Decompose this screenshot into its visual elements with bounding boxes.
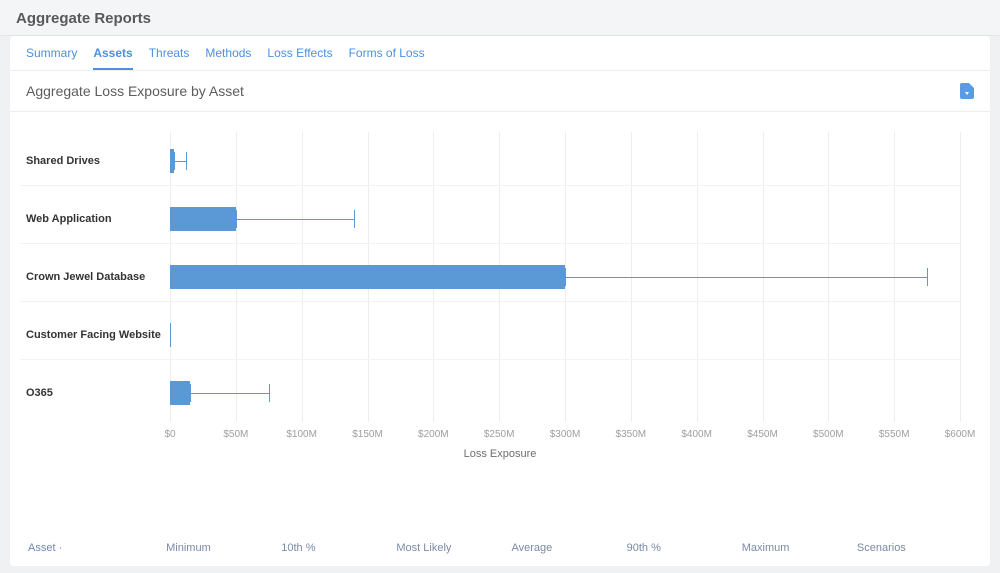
grid-line xyxy=(960,132,961,422)
chart-row: Crown Jewel Database xyxy=(20,252,960,302)
row-label: Crown Jewel Database xyxy=(20,271,170,283)
x-tick: $150M xyxy=(352,429,383,440)
page-title: Aggregate Reports xyxy=(0,0,1000,36)
row-label: Web Application xyxy=(20,213,170,225)
whisker-cap xyxy=(174,152,175,170)
x-tick: $550M xyxy=(879,429,910,440)
report-card: Summary Assets Threats Methods Loss Effe… xyxy=(10,36,990,566)
x-tick: $250M xyxy=(484,429,515,440)
x-tick: $300M xyxy=(550,429,581,440)
whisker-cap xyxy=(565,268,566,286)
whisker-cap xyxy=(354,210,355,228)
row-plot xyxy=(170,194,960,243)
x-tick: $0 xyxy=(164,429,175,440)
chart-header: Aggregate Loss Exposure by Asset xyxy=(10,71,990,112)
row-plot xyxy=(170,368,960,418)
bar xyxy=(170,323,171,347)
th-maximum[interactable]: Maximum xyxy=(742,542,857,554)
whisker-line xyxy=(190,393,269,394)
tab-bar: Summary Assets Threats Methods Loss Effe… xyxy=(10,36,990,71)
row-label: Shared Drives xyxy=(20,155,170,167)
x-tick: $50M xyxy=(223,429,248,440)
export-icon[interactable] xyxy=(960,83,974,99)
whisker-cap xyxy=(236,210,237,228)
whisker-line xyxy=(565,277,927,278)
th-scenarios[interactable]: Scenarios xyxy=(857,542,972,554)
whisker-line xyxy=(174,161,186,162)
chart-row: Web Application xyxy=(20,194,960,244)
chart-area: $0 $50M $100M $150M $200M $250M $300M $350M $400… xyxy=(20,122,980,462)
row-label: Customer Facing Website xyxy=(20,329,170,341)
tab-threats[interactable]: Threats xyxy=(149,46,190,70)
chart-row: O365 xyxy=(20,368,960,418)
x-tick: $500M xyxy=(813,429,844,440)
th-asset[interactable]: Asset · xyxy=(28,542,166,554)
tab-forms-of-loss[interactable]: Forms of Loss xyxy=(349,46,425,70)
chart-title: Aggregate Loss Exposure by Asset xyxy=(26,83,244,99)
bar xyxy=(170,381,190,405)
x-tick: $350M xyxy=(616,429,647,440)
x-tick: $600M xyxy=(945,429,976,440)
x-axis-label: Loss Exposure xyxy=(464,448,537,460)
tab-summary[interactable]: Summary xyxy=(26,46,77,70)
th-minimum[interactable]: Minimum xyxy=(166,542,281,554)
tab-assets[interactable]: Assets xyxy=(93,46,132,70)
chart-row: Customer Facing Website xyxy=(20,310,960,360)
bar xyxy=(170,265,565,289)
x-tick: $200M xyxy=(418,429,449,440)
tab-loss-effects[interactable]: Loss Effects xyxy=(267,46,332,70)
whisker-cap xyxy=(186,152,187,170)
whisker-cap xyxy=(269,384,270,402)
th-90th[interactable]: 90th % xyxy=(627,542,742,554)
x-tick: $400M xyxy=(681,429,712,440)
x-tick: $450M xyxy=(747,429,778,440)
whisker-cap xyxy=(190,384,191,402)
th-average[interactable]: Average xyxy=(512,542,627,554)
chart-row: Shared Drives xyxy=(20,136,960,186)
bar xyxy=(170,207,236,231)
whisker-line xyxy=(236,219,355,220)
row-plot xyxy=(170,252,960,301)
table-header: Asset · Minimum 10th % Most Likely Avera… xyxy=(10,542,990,566)
whisker-cap xyxy=(927,268,928,286)
x-tick: $100M xyxy=(286,429,317,440)
row-plot xyxy=(170,310,960,359)
row-plot xyxy=(170,136,960,185)
th-10th[interactable]: 10th % xyxy=(281,542,396,554)
th-most-likely[interactable]: Most Likely xyxy=(396,542,511,554)
row-label: O365 xyxy=(20,387,170,399)
tab-methods[interactable]: Methods xyxy=(205,46,251,70)
